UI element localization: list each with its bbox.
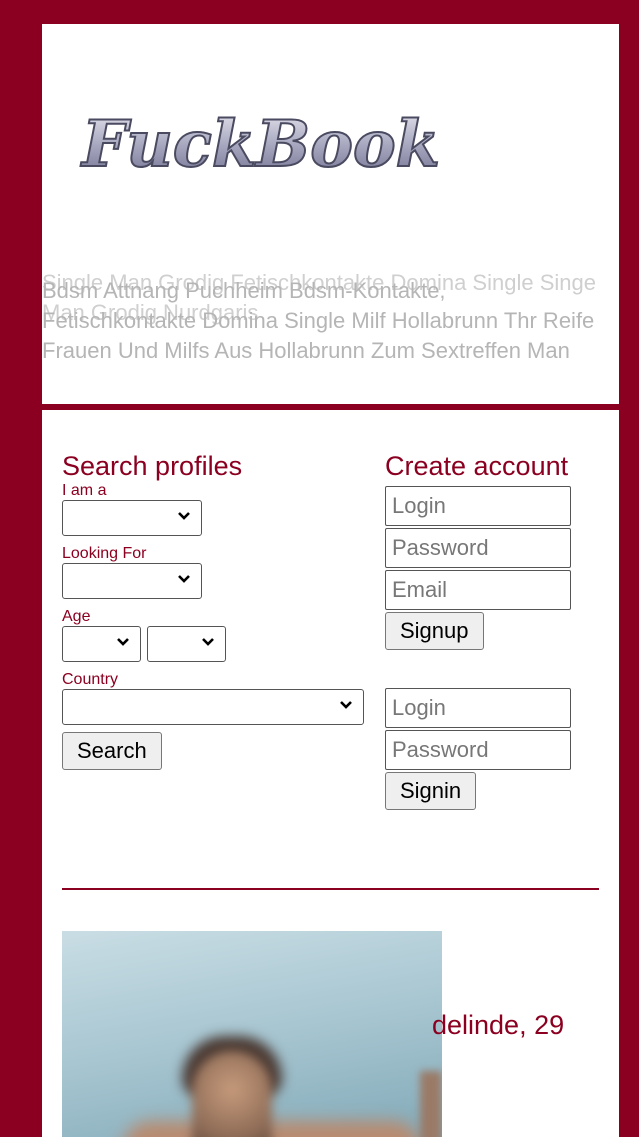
signup-button[interactable]: Signup [385, 612, 484, 650]
seo-text-overlay-2: Bdsm Attnang Puchheim Bdsm-Kontakte, Fet… [42, 278, 595, 363]
signin-login-input[interactable] [385, 688, 571, 728]
site-logo[interactable]: FuckBook [78, 104, 498, 184]
search-button[interactable]: Search [62, 732, 162, 770]
search-profiles-form: Search profiles I am a Looking For Age C… [62, 450, 372, 770]
create-account-title: Create account [385, 451, 569, 481]
logo-graphic: FuckBook [79, 106, 441, 183]
search-profiles-title: Search profiles [62, 451, 243, 481]
chevron-down-icon [202, 638, 215, 646]
signup-login-input[interactable] [385, 486, 571, 526]
age-max-select[interactable] [147, 626, 227, 662]
chevron-down-icon [178, 512, 190, 520]
main-panel: Search profiles I am a Looking For Age C… [42, 410, 619, 1137]
chevron-down-icon [117, 638, 129, 646]
signin-password-input[interactable] [385, 730, 571, 770]
age-min-select[interactable] [62, 626, 141, 662]
logo-text: FuckBook [80, 107, 440, 182]
i-am-select[interactable] [62, 500, 202, 536]
looking-for-label: Looking For [62, 545, 147, 562]
signup-password-input[interactable] [385, 528, 571, 568]
country-label: Country [62, 671, 119, 688]
looking-for-select[interactable] [62, 563, 202, 599]
i-am-label: I am a [62, 482, 107, 499]
section-divider [62, 888, 599, 890]
header-panel: FuckBook Single Man Grodig Fetischkontak… [42, 24, 619, 404]
signin-form: Signin [385, 688, 585, 810]
chevron-down-icon [340, 701, 352, 709]
profile-name-age[interactable]: delinde, 29 [432, 1010, 564, 1041]
profile-photo[interactable] [62, 931, 442, 1137]
signup-email-input[interactable] [385, 570, 571, 610]
create-account-form: Create account Signup Signin [385, 450, 585, 810]
age-label: Age [62, 608, 91, 625]
chevron-down-icon [178, 575, 190, 583]
country-select[interactable] [62, 689, 364, 725]
signin-button[interactable]: Signin [385, 772, 477, 810]
